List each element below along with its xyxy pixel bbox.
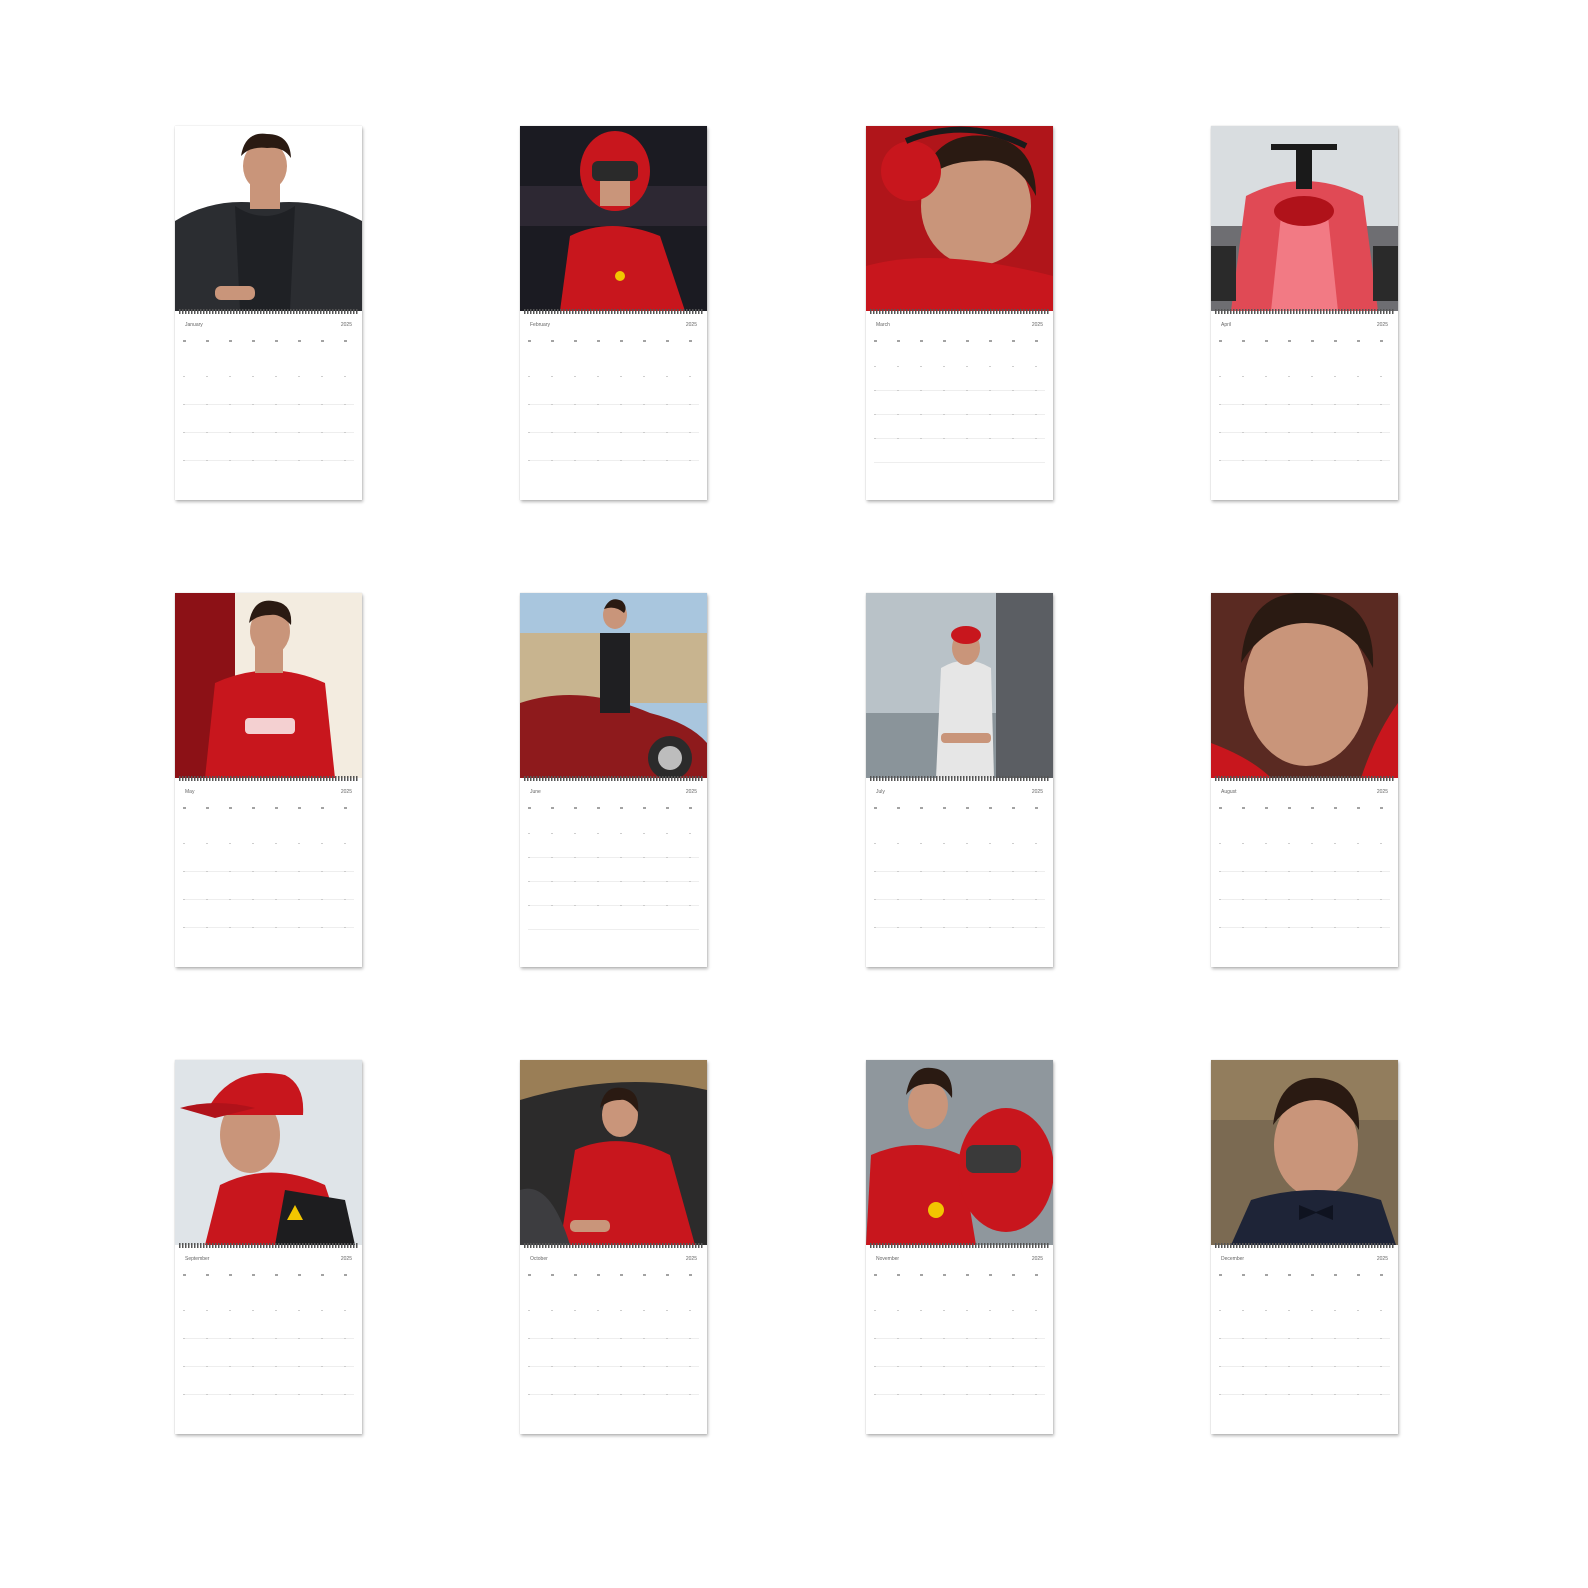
calendar-grid-area: May 2025: [175, 783, 362, 967]
day-grid: [183, 1270, 354, 1416]
spiral-binding: [1215, 776, 1394, 781]
day-grid: [528, 1270, 699, 1416]
spiral-binding: [870, 1243, 1049, 1248]
year-label: 2025: [1031, 322, 1043, 328]
calendar-grid-area: April 2025: [1211, 316, 1398, 500]
month-label: January: [185, 322, 203, 328]
month-label: April: [1221, 322, 1232, 328]
calendar-grid-area: March 2025: [866, 316, 1053, 500]
month-label: July: [876, 789, 885, 795]
spiral-binding: [870, 309, 1049, 314]
calendar-grid-area: September 2025: [175, 1250, 362, 1434]
spiral-binding: [179, 309, 358, 314]
photo-driver-holding-helmet: [866, 1060, 1053, 1245]
calendar-page-september: September 2025: [175, 1060, 362, 1434]
year-label: 2025: [1376, 789, 1388, 795]
calendar-page-january: January 2025: [175, 126, 362, 500]
spiral-binding: [179, 776, 358, 781]
month-label: June: [530, 789, 541, 795]
photo-driver-street-blurred: [866, 593, 1053, 778]
calendar-grid-area: July 2025: [866, 783, 1053, 967]
spiral-binding: [179, 1243, 358, 1248]
month-label: February: [530, 322, 551, 328]
spiral-binding: [524, 1243, 703, 1248]
photo-driver-headset-closeup: [866, 126, 1053, 311]
calendar-grid-area: August 2025: [1211, 783, 1398, 967]
month-label: November: [876, 1256, 900, 1262]
photo-driver-looking-down: [1211, 593, 1398, 778]
calendar-page-may: May 2025: [175, 593, 362, 967]
day-grid: [1219, 1270, 1390, 1416]
spiral-binding: [1215, 1243, 1394, 1248]
year-label: 2025: [685, 322, 697, 328]
calendar-page-october: October 2025: [520, 1060, 707, 1434]
calendar-page-december: December 2025: [1211, 1060, 1398, 1434]
day-grid: [874, 1270, 1045, 1416]
spiral-binding: [1215, 309, 1394, 314]
spiral-binding: [870, 776, 1049, 781]
month-label: May: [185, 789, 195, 795]
photo-driver-portrait-bowtie: [1211, 1060, 1398, 1245]
year-label: 2025: [1031, 789, 1043, 795]
calendar-page-july: July 2025: [866, 593, 1053, 967]
day-grid: [183, 803, 354, 949]
calendar-grid-area: June 2025: [520, 783, 707, 967]
calendar-grid-area: October 2025: [520, 1250, 707, 1434]
calendar-page-april: April 2025: [1211, 126, 1398, 500]
day-grid: [183, 336, 354, 482]
calendar-grid: January 2025 February 2025 March 2025 Ap…: [0, 0, 1588, 1588]
day-grid: [874, 803, 1045, 949]
month-label: October: [530, 1256, 548, 1262]
calendar-grid-area: November 2025: [866, 1250, 1053, 1434]
photo-driver-red-sweater-seated: [520, 1060, 707, 1245]
calendar-page-november: November 2025: [866, 1060, 1053, 1434]
calendar-page-march: March 2025: [866, 126, 1053, 500]
year-label: 2025: [1376, 1256, 1388, 1262]
month-label: March: [876, 322, 890, 328]
day-grid: [1219, 803, 1390, 949]
photo-driver-vintage-red-car: [520, 593, 707, 778]
calendar-grid-area: January 2025: [175, 316, 362, 500]
calendar-page-february: February 2025: [520, 126, 707, 500]
calendar-grid-area: December 2025: [1211, 1250, 1398, 1434]
year-label: 2025: [685, 789, 697, 795]
spiral-binding: [524, 309, 703, 314]
year-label: 2025: [685, 1256, 697, 1262]
day-grid: [528, 336, 699, 482]
photo-driver-red-suit-garage: [175, 593, 362, 778]
photo-driver-red-helmet: [520, 126, 707, 311]
year-label: 2025: [340, 789, 352, 795]
calendar-page-june: June 2025: [520, 593, 707, 967]
month-label: December: [1221, 1256, 1245, 1262]
photo-driver-red-cap: [175, 1060, 362, 1245]
calendar-grid-area: February 2025: [520, 316, 707, 500]
year-label: 2025: [340, 1256, 352, 1262]
month-label: September: [185, 1256, 210, 1262]
photo-red-race-car-front: [1211, 126, 1398, 311]
day-grid: [528, 803, 699, 949]
year-label: 2025: [340, 322, 352, 328]
day-grid: [1219, 336, 1390, 482]
calendar-page-august: August 2025: [1211, 593, 1398, 967]
month-label: August: [1221, 789, 1237, 795]
spiral-binding: [524, 776, 703, 781]
day-grid: [874, 336, 1045, 482]
photo-driver-black-jacket: [175, 126, 362, 311]
year-label: 2025: [1031, 1256, 1043, 1262]
year-label: 2025: [1376, 322, 1388, 328]
